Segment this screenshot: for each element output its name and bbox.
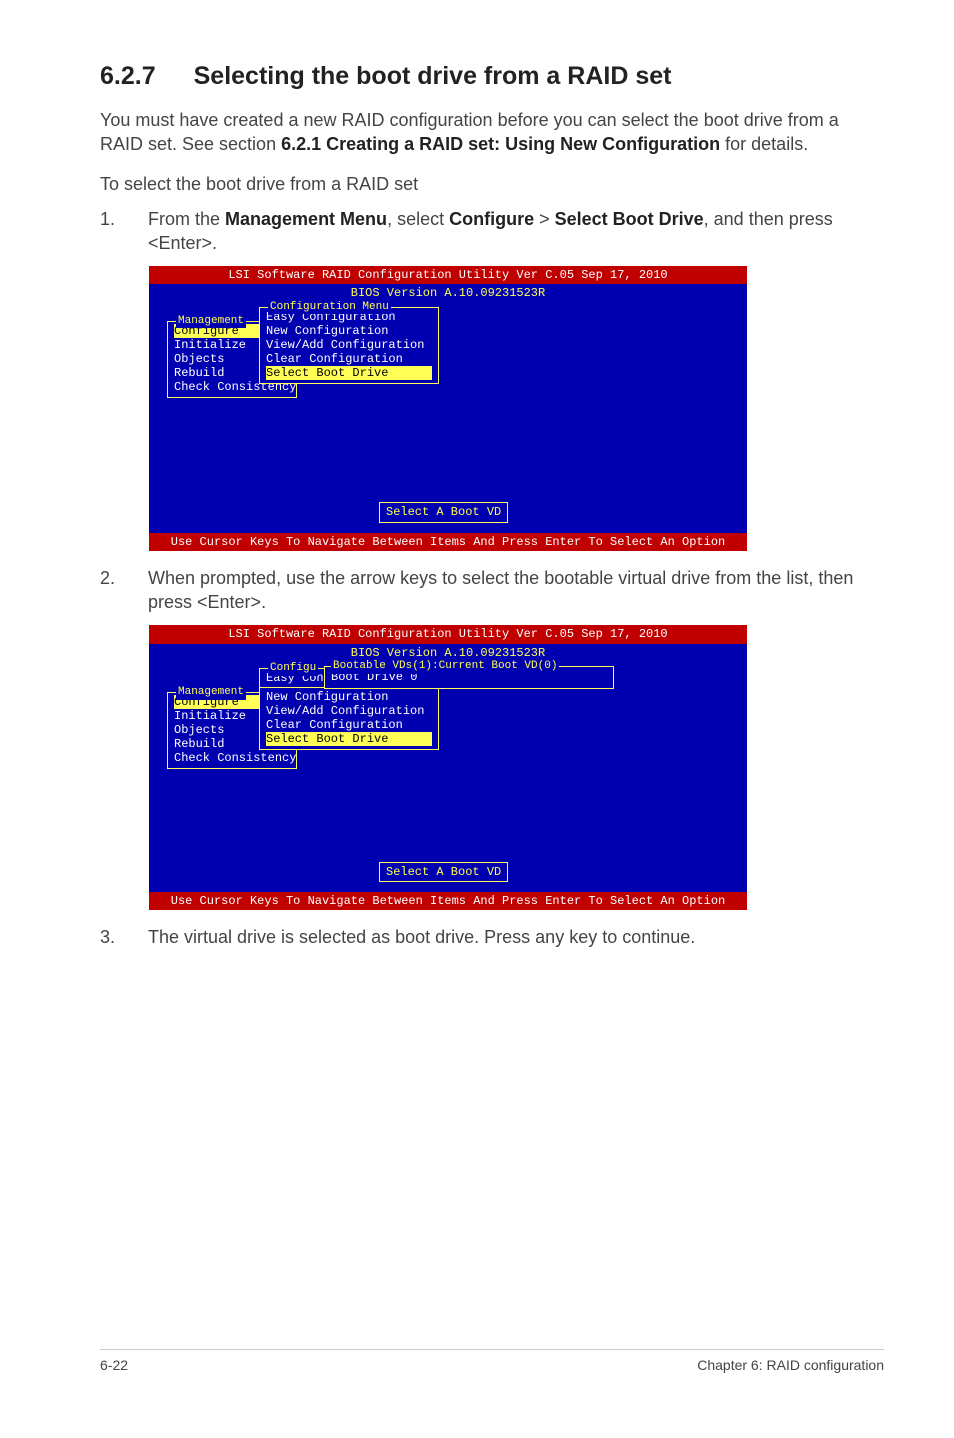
bootable-vd-label: Bootable VDs(1):Current Boot VD(0) xyxy=(331,659,559,674)
bios-screenshot-2: LSI Software RAID Configuration Utility … xyxy=(148,624,748,911)
bios-title-bar: LSI Software RAID Configuration Utility … xyxy=(149,625,747,643)
bios-help-bar: Use Cursor Keys To Navigate Between Item… xyxy=(149,892,747,910)
section-heading: 6.2.7 Selecting the boot drive from a RAI… xyxy=(100,60,884,94)
bios-help-bar: Use Cursor Keys To Navigate Between Item… xyxy=(149,533,747,551)
page-number: 6-22 xyxy=(100,1356,128,1375)
select-boot-prompt: Select A Boot VD xyxy=(379,502,508,522)
mgmt-item-check-consistency[interactable]: Check Consistency xyxy=(174,751,290,765)
configuration-menu-label: Configuration Menu xyxy=(268,300,391,315)
cfg-item-select-boot[interactable]: Select Boot Drive xyxy=(266,366,432,380)
section-number: 6.2.7 xyxy=(100,60,156,94)
cfg-item-clear[interactable]: Clear Configuration xyxy=(266,352,432,366)
lead-paragraph: To select the boot drive from a RAID set xyxy=(100,172,884,196)
bios-screenshot-1: LSI Software RAID Configuration Utility … xyxy=(148,265,748,552)
cfg-item-view-add[interactable]: View/Add Configuration xyxy=(266,338,432,352)
page-footer: 6-22 Chapter 6: RAID configuration xyxy=(100,1350,884,1375)
intro-paragraph: You must have created a new RAID configu… xyxy=(100,108,884,157)
cfg-item-new[interactable]: New Configuration xyxy=(266,690,432,704)
configuration-menu-box: Configuration Menu Easy Configuration Ne… xyxy=(259,307,439,384)
step-1: 1. From the Management Menu, select Conf… xyxy=(100,207,884,256)
bios-version-bar: BIOS Version A.10.09231523R xyxy=(149,284,747,302)
step-2: 2. When prompted, use the arrow keys to … xyxy=(100,566,884,615)
cfg-item-new[interactable]: New Configuration xyxy=(266,324,432,338)
select-boot-prompt: Select A Boot VD xyxy=(379,862,508,882)
management-menu-label: Management xyxy=(176,685,246,700)
bootable-vd-list: Bootable VDs(1):Current Boot VD(0) Boot … xyxy=(324,666,614,689)
chapter-label: Chapter 6: RAID configuration xyxy=(697,1356,884,1375)
configuration-menu-short-label: Configu xyxy=(268,661,318,676)
cfg-item-select-boot[interactable]: Select Boot Drive xyxy=(266,732,432,746)
section-title: Selecting the boot drive from a RAID set xyxy=(194,62,672,90)
step-3: 3. The virtual drive is selected as boot… xyxy=(100,925,884,949)
bios-title-bar: LSI Software RAID Configuration Utility … xyxy=(149,266,747,284)
cfg-item-clear[interactable]: Clear Configuration xyxy=(266,718,432,732)
management-menu-label: Management xyxy=(176,314,246,329)
cfg-item-view-add[interactable]: View/Add Configuration xyxy=(266,704,432,718)
